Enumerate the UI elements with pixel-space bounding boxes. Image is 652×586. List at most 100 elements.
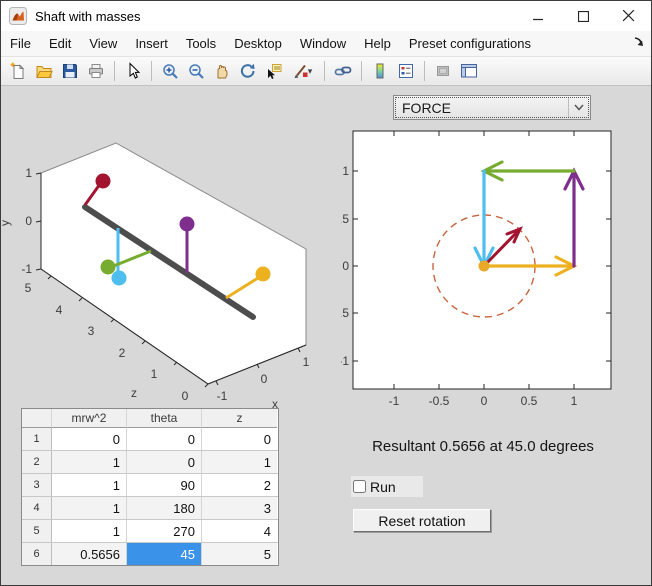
- hide-plot-tools-button[interactable]: [431, 59, 455, 83]
- y-tick-label: -1: [21, 262, 32, 276]
- table-header-row: mrw^2 theta z: [22, 409, 278, 428]
- menu-help[interactable]: Help: [355, 32, 400, 55]
- show-plot-tools-icon: [461, 64, 477, 78]
- column-header-theta[interactable]: theta: [127, 409, 202, 428]
- pan-icon: [217, 64, 228, 79]
- maximize-button[interactable]: [561, 1, 606, 31]
- menu-window[interactable]: Window: [291, 32, 355, 55]
- z-tick-label: 3: [88, 324, 95, 338]
- display-mode-dropdown[interactable]: FORCE: [393, 95, 591, 120]
- open-file-button[interactable]: [32, 59, 56, 83]
- table-cell[interactable]: 1: [202, 451, 277, 473]
- x-tick-label: -1: [389, 394, 400, 408]
- row-number: 2: [22, 451, 52, 473]
- new-figure-button[interactable]: [6, 59, 30, 83]
- print-figure-button[interactable]: [84, 59, 108, 83]
- y-tick-label: 1: [25, 166, 32, 180]
- menu-tools[interactable]: Tools: [177, 32, 225, 55]
- table-cell[interactable]: 0.5656: [52, 543, 127, 565]
- open-file-icon: [36, 66, 53, 78]
- table-row: 2 1 0 1: [22, 451, 278, 474]
- table-cell[interactable]: 5: [202, 543, 277, 565]
- zoom-in-icon: [163, 64, 178, 79]
- table-corner-cell: [22, 409, 52, 428]
- table-cell[interactable]: 0: [127, 451, 202, 473]
- link-plot-button[interactable]: [331, 59, 355, 83]
- close-button[interactable]: [606, 1, 651, 31]
- pan-button[interactable]: [210, 59, 234, 83]
- row-number: 4: [22, 497, 52, 519]
- minimize-button[interactable]: [516, 1, 561, 31]
- edit-plot-icon: [129, 62, 141, 79]
- table-cell[interactable]: 0: [202, 428, 277, 450]
- table-cell[interactable]: 1: [52, 520, 127, 542]
- x-tick-label: 1: [571, 394, 578, 408]
- menu-edit[interactable]: Edit: [40, 32, 80, 55]
- rotate-3d-button[interactable]: [236, 59, 260, 83]
- run-checkbox[interactable]: [353, 480, 366, 493]
- table-cell[interactable]: 0: [52, 428, 127, 450]
- y-axis-label: y: [1, 220, 12, 226]
- insert-legend-button[interactable]: [394, 59, 418, 83]
- menu-bar: File Edit View Insert Tools Desktop Wind…: [1, 31, 651, 57]
- y-tick-label: -1: [341, 354, 349, 368]
- table-cell[interactable]: 2: [202, 474, 277, 496]
- table-cell[interactable]: 1: [52, 474, 127, 496]
- z-tick-label: 1: [151, 367, 158, 381]
- reset-rotation-button[interactable]: Reset rotation: [353, 509, 491, 532]
- zoom-out-button[interactable]: [184, 59, 208, 83]
- edit-plot-button[interactable]: [121, 59, 145, 83]
- table-cell[interactable]: 0: [127, 428, 202, 450]
- y-tick-label: 0: [25, 214, 32, 228]
- data-cursor-icon: [268, 64, 282, 79]
- dock-figure-button[interactable]: [632, 35, 645, 53]
- table-cell[interactable]: 4: [202, 520, 277, 542]
- dropdown-chevron-button[interactable]: [568, 98, 588, 117]
- insert-colorbar-button[interactable]: [368, 59, 392, 83]
- menu-insert[interactable]: Insert: [126, 32, 177, 55]
- y-tick-label: 0.5: [341, 212, 349, 226]
- x-tick-label: 0: [481, 394, 488, 408]
- brush-data-button[interactable]: ▾: [288, 59, 318, 83]
- shaft-3d-axes[interactable]: 1 0 -1 y 5 4 3 2 1 0 z -1 0 1 x: [1, 126, 346, 411]
- zoom-out-icon: [189, 64, 204, 79]
- table-cell[interactable]: 270: [127, 520, 202, 542]
- x-tick-label: 1: [303, 355, 310, 369]
- mass-ball-z5: [95, 173, 111, 189]
- column-header-mrw2[interactable]: mrw^2: [52, 409, 127, 428]
- mass-table: mrw^2 theta z 1 0 0 0 2 1 0 1 3 1 90 2 4…: [21, 408, 279, 566]
- new-figure-icon: [10, 62, 25, 79]
- data-cursor-button[interactable]: [262, 59, 286, 83]
- y-tick-label: -0.5: [341, 306, 349, 320]
- figure-toolbar: ▾: [1, 57, 651, 86]
- save-figure-icon: [63, 64, 77, 78]
- table-cell[interactable]: 1: [52, 451, 127, 473]
- table-cell[interactable]: 1: [52, 497, 127, 519]
- show-plot-tools-button[interactable]: [457, 59, 481, 83]
- link-plot-icon: [334, 66, 352, 76]
- table-cell[interactable]: 90: [127, 474, 202, 496]
- title-bar[interactable]: Shaft with masses: [1, 1, 651, 31]
- table-cell[interactable]: 3: [202, 497, 277, 519]
- x-tick-label: 0: [261, 372, 268, 386]
- mass-ball-z2: [179, 216, 195, 232]
- table-row: 6 0.5656 45 5: [22, 543, 278, 565]
- table-cell-selected[interactable]: 45: [127, 543, 202, 565]
- dock-figure-icon: [634, 36, 643, 46]
- menu-view[interactable]: View: [80, 32, 126, 55]
- table-row: 1 0 0 0: [22, 428, 278, 451]
- force-diagram-axes[interactable]: -1 -0.5 0 0.5 1 1 0.5 0 -0.5 -1: [341, 126, 652, 411]
- toolbar-separator: [114, 61, 115, 81]
- menu-desktop[interactable]: Desktop: [225, 32, 291, 55]
- menu-preset-configurations[interactable]: Preset configurations: [400, 32, 540, 55]
- window-title: Shaft with masses: [35, 8, 141, 24]
- zoom-in-button[interactable]: [158, 59, 182, 83]
- x-tick-label: -0.5: [429, 394, 450, 408]
- table-cell[interactable]: 180: [127, 497, 202, 519]
- menu-file[interactable]: File: [1, 32, 40, 55]
- save-figure-button[interactable]: [58, 59, 82, 83]
- z-tick-label: 4: [56, 303, 63, 317]
- table-row: 5 1 270 4: [22, 520, 278, 543]
- resultant-text: Resultant 0.5656 at 45.0 degrees: [372, 438, 594, 455]
- column-header-z[interactable]: z: [202, 409, 277, 428]
